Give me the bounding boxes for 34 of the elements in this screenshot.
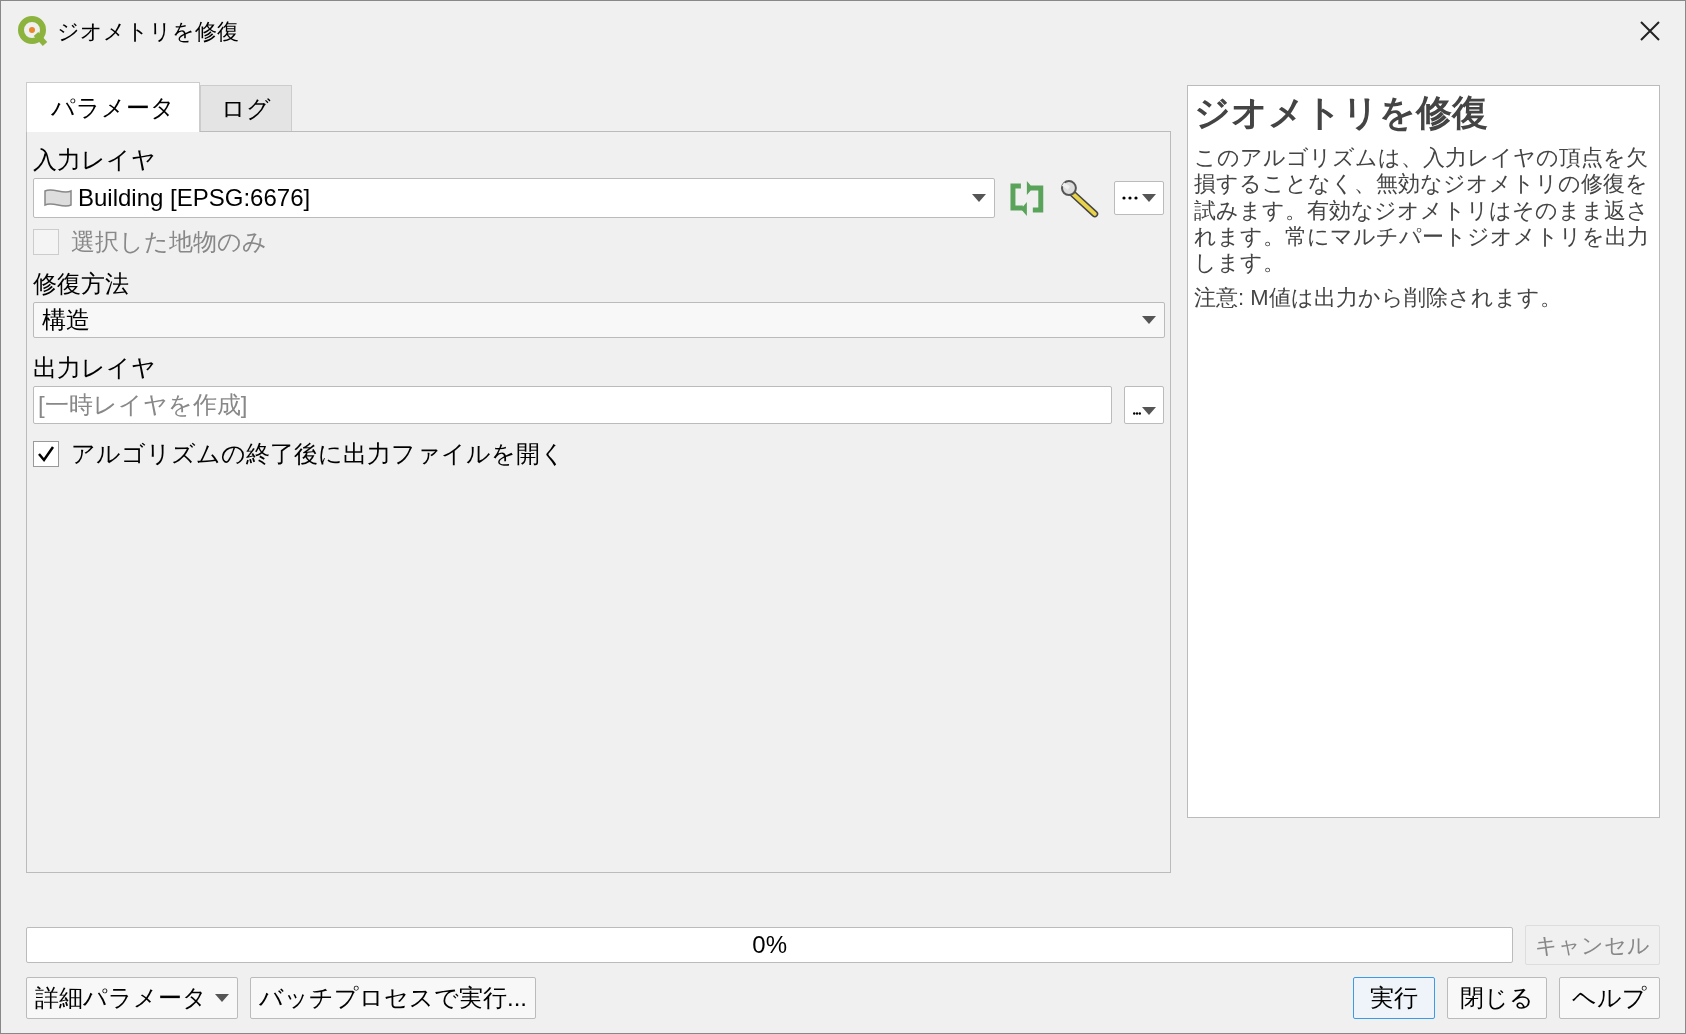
caret-icon <box>1142 194 1157 202</box>
help-paragraph: このアルゴリズムは、入力レイヤの頂点を欠損することなく、無効なジオメトリの修復を試みます。有効なジオメトリはそのまま返されます。常にマルチパートジオメトリを出力します。 <box>1194 144 1650 277</box>
dialog-button[interactable]: ヘルプ <box>1559 977 1660 1019</box>
layer-value: Building [EPSG:6676] <box>78 183 311 213</box>
checkbox-label: アルゴリズムの終了後に出力ファイルを開く <box>71 439 565 469</box>
checkbox-label: 選択した地物のみ <box>71 227 267 257</box>
help-title: ジオメトリを修復 <box>1194 91 1489 135</box>
output-options-button[interactable] <box>1124 386 1164 424</box>
app-logo-icon <box>17 15 49 47</box>
field-label: 修復方法 <box>33 269 130 296</box>
layer-dropdown[interactable]: Building [EPSG:6676] <box>33 178 995 218</box>
field-label: 出力レイヤ <box>33 353 157 380</box>
method-value: 構造 <box>42 305 91 335</box>
method-dropdown[interactable]: 構造 <box>33 302 1165 338</box>
dialog-button[interactable]: 閉じる <box>1447 977 1547 1019</box>
progress-reading: 0% <box>752 930 787 960</box>
field-label: 入力レイヤ <box>33 145 157 172</box>
polygon-layer-icon <box>42 187 74 209</box>
help-paragraph: 注意: M値は出力から削除されます。 <box>1194 284 1563 312</box>
output-field[interactable]: [一時レイヤを作成] <box>33 386 1113 424</box>
batch-button[interactable]: バッチプロセスで実行... <box>250 977 536 1019</box>
tab[interactable]: ログ <box>200 85 292 131</box>
checkbox[interactable] <box>33 441 59 467</box>
options-button[interactable] <box>1114 181 1164 215</box>
dots-icon <box>1132 412 1141 415</box>
dialog-button[interactable]: 実行 <box>1353 977 1435 1019</box>
tab[interactable]: パラメータ <box>26 82 200 132</box>
dots-icon <box>1122 196 1139 200</box>
caret-icon <box>971 194 986 202</box>
caret-icon <box>1141 407 1156 415</box>
advanced-dropdown[interactable]: 詳細パラメータ <box>26 977 238 1019</box>
caret-icon <box>215 994 229 1002</box>
caret-icon <box>1142 316 1156 324</box>
window-title: ジオメトリを修復 <box>57 17 239 46</box>
